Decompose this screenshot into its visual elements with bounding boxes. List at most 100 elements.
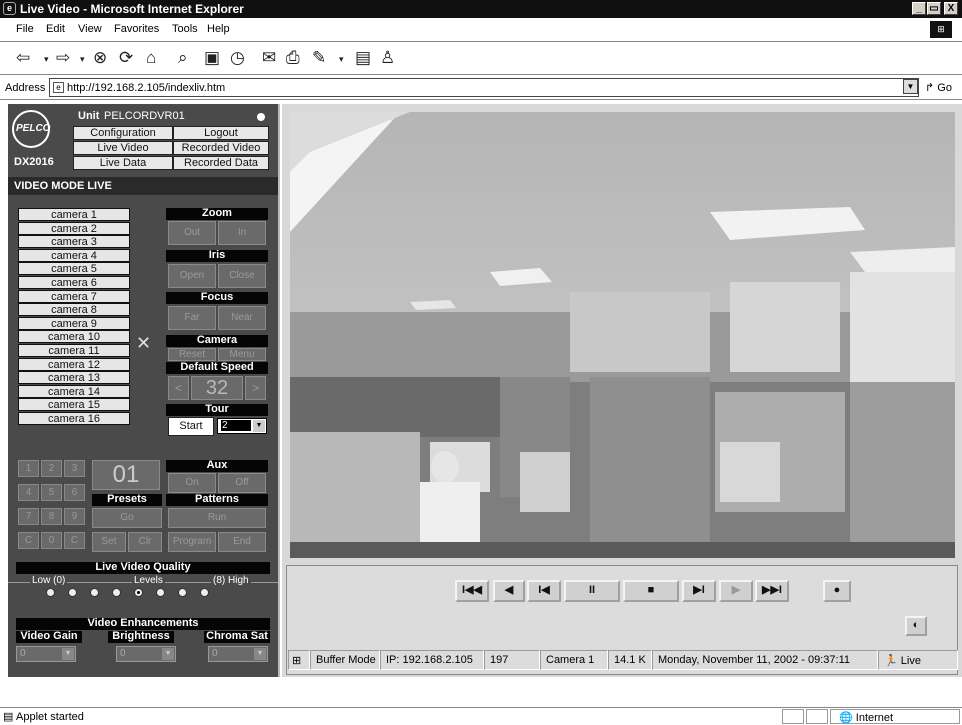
brightness-select[interactable]: 0 ▼ bbox=[116, 646, 176, 662]
history-icon[interactable]: ◷ bbox=[230, 48, 245, 68]
aux-off-button[interactable]: Off bbox=[218, 473, 266, 493]
menu-file[interactable]: File bbox=[16, 23, 34, 35]
first-frame-button[interactable]: I◀◀ bbox=[455, 580, 489, 602]
refresh-icon[interactable]: ⟳ bbox=[119, 48, 133, 68]
forward-dropdown-icon[interactable]: ▾ bbox=[80, 54, 85, 65]
tour-select[interactable]: 2 ▼ bbox=[217, 418, 267, 434]
messenger-icon[interactable]: ♙ bbox=[380, 48, 395, 68]
pause-button[interactable]: II bbox=[564, 580, 620, 602]
pattern-run-button[interactable]: Run bbox=[168, 508, 266, 528]
quality-level-radio[interactable] bbox=[90, 588, 99, 597]
live-video-button[interactable]: Live Video bbox=[73, 141, 173, 155]
menu-view[interactable]: View bbox=[78, 23, 102, 35]
camera-button[interactable]: camera 7 bbox=[18, 289, 130, 303]
menu-tools[interactable]: Tools bbox=[172, 23, 198, 35]
stop-button[interactable]: ■ bbox=[623, 580, 679, 602]
home-icon[interactable]: ⌂ bbox=[146, 48, 156, 68]
camera-button[interactable]: camera 6 bbox=[18, 276, 130, 289]
camera-button[interactable]: camera 15 bbox=[18, 398, 130, 412]
menu-edit[interactable]: Edit bbox=[46, 23, 65, 35]
camera-button[interactable]: camera 13 bbox=[18, 371, 130, 385]
preset-clear-button[interactable]: Clr bbox=[128, 532, 162, 552]
zoom-in-button[interactable]: In bbox=[218, 221, 266, 245]
focus-near-button[interactable]: Near bbox=[218, 306, 266, 330]
camera-button[interactable]: camera 5 bbox=[18, 262, 130, 276]
speed-decrease-button[interactable]: < bbox=[168, 376, 189, 400]
camera-button[interactable]: camera 1 bbox=[18, 208, 130, 221]
live-video-feed[interactable] bbox=[290, 112, 955, 558]
record-button[interactable]: ● bbox=[823, 580, 851, 602]
keypad-button[interactable]: C bbox=[64, 532, 85, 549]
keypad-button[interactable]: 3 bbox=[64, 460, 85, 477]
play-button[interactable]: ▶ bbox=[719, 580, 753, 602]
menu-favorites[interactable]: Favorites bbox=[114, 23, 159, 35]
preset-set-button[interactable]: Set bbox=[92, 532, 126, 552]
quality-level-radio[interactable] bbox=[68, 588, 77, 597]
video-gain-select[interactable]: 0 ▼ bbox=[16, 646, 76, 662]
camera-button[interactable]: camera 14 bbox=[18, 384, 130, 398]
iris-open-button[interactable]: Open bbox=[168, 264, 216, 288]
maximize-button[interactable]: ▭ bbox=[927, 2, 941, 15]
iris-close-button[interactable]: Close bbox=[218, 264, 266, 288]
keypad-button[interactable]: 2 bbox=[41, 460, 62, 477]
quality-level-radio[interactable] bbox=[200, 588, 209, 597]
mail-icon[interactable]: ✉ bbox=[262, 48, 276, 68]
favorites-icon[interactable]: ▣ bbox=[204, 48, 220, 68]
focus-far-button[interactable]: Far bbox=[168, 306, 216, 330]
last-frame-button[interactable]: ▶▶I bbox=[755, 580, 789, 602]
camera-button[interactable]: camera 9 bbox=[18, 316, 130, 330]
chroma-sat-select[interactable]: 0 ▼ bbox=[208, 646, 268, 662]
edit-dropdown-icon[interactable]: ▾ bbox=[339, 54, 344, 65]
keypad-button[interactable]: 4 bbox=[18, 484, 39, 501]
logout-button[interactable]: Logout bbox=[173, 126, 269, 140]
camera-button[interactable]: camera 4 bbox=[18, 248, 130, 262]
pattern-program-button[interactable]: Program bbox=[168, 532, 216, 552]
live-data-button[interactable]: Live Data bbox=[73, 156, 173, 170]
recorded-data-button[interactable]: Recorded Data bbox=[173, 156, 269, 170]
discuss-icon[interactable]: ▤ bbox=[355, 48, 371, 68]
contrast-button[interactable]: ◐ bbox=[905, 616, 927, 636]
speed-increase-button[interactable]: > bbox=[245, 376, 266, 400]
camera-button[interactable]: camera 16 bbox=[18, 412, 130, 425]
step-back-button[interactable]: I◀ bbox=[527, 580, 561, 602]
go-button[interactable]: ↱ Go bbox=[925, 81, 952, 94]
minimize-button[interactable]: _ bbox=[912, 2, 926, 15]
camera-button[interactable]: camera 2 bbox=[18, 221, 130, 235]
keypad-button[interactable]: 5 bbox=[41, 484, 62, 501]
close-button[interactable]: X bbox=[944, 2, 958, 15]
address-dropdown-icon[interactable]: ▼ bbox=[903, 79, 918, 94]
back-icon[interactable]: ⇦ bbox=[16, 48, 30, 68]
address-input[interactable]: e http://192.168.2.105/indexliv.htm bbox=[49, 78, 919, 97]
camera-reset-button[interactable]: Reset bbox=[168, 348, 216, 361]
menu-help[interactable]: Help bbox=[207, 23, 230, 35]
configuration-button[interactable]: Configuration bbox=[73, 126, 173, 140]
keypad-button[interactable]: C bbox=[18, 532, 39, 549]
quality-level-radio[interactable] bbox=[112, 588, 121, 597]
quality-level-radio[interactable] bbox=[178, 588, 187, 597]
print-icon[interactable]: ⎙ bbox=[286, 48, 300, 68]
quality-level-radio[interactable] bbox=[156, 588, 165, 597]
zoom-out-button[interactable]: Out bbox=[168, 221, 216, 245]
recorded-video-button[interactable]: Recorded Video bbox=[173, 141, 269, 155]
edit-icon[interactable]: ✎ bbox=[312, 48, 326, 68]
stop-icon[interactable]: ⊗ bbox=[93, 48, 107, 68]
keypad-button[interactable]: 7 bbox=[18, 508, 39, 525]
camera-button[interactable]: camera 8 bbox=[18, 303, 130, 317]
keypad-button[interactable]: 9 bbox=[64, 508, 85, 525]
keypad-button[interactable]: 6 bbox=[64, 484, 85, 501]
back-dropdown-icon[interactable]: ▾ bbox=[44, 54, 49, 65]
camera-button[interactable]: camera 3 bbox=[18, 235, 130, 249]
keypad-button[interactable]: 0 bbox=[41, 532, 62, 549]
search-icon[interactable]: ⌕ bbox=[178, 48, 188, 68]
camera-button[interactable]: camera 10 bbox=[18, 330, 130, 344]
forward-icon[interactable]: ⇨ bbox=[56, 48, 70, 68]
preset-go-button[interactable]: Go bbox=[92, 508, 162, 528]
quality-level-radio[interactable] bbox=[46, 588, 55, 597]
camera-button[interactable]: camera 12 bbox=[18, 357, 130, 371]
aux-on-button[interactable]: On bbox=[168, 473, 216, 493]
keypad-button[interactable]: 8 bbox=[41, 508, 62, 525]
camera-button[interactable]: camera 11 bbox=[18, 344, 130, 357]
rewind-button[interactable]: ◀ bbox=[493, 580, 525, 602]
keypad-button[interactable]: 1 bbox=[18, 460, 39, 477]
pattern-end-button[interactable]: End bbox=[218, 532, 266, 552]
